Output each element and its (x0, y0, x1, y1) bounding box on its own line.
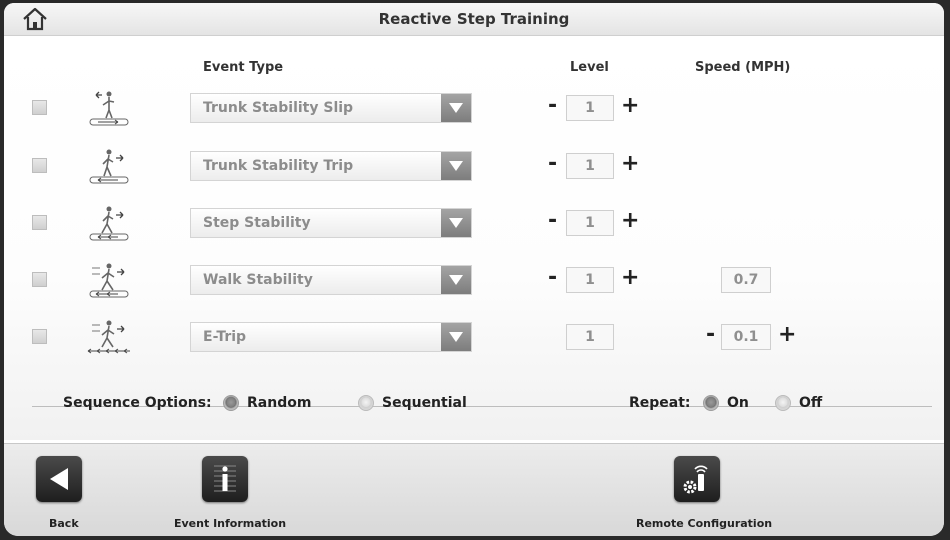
trunk-slip-icon (89, 91, 129, 126)
speed-value: 0.1 (721, 324, 771, 350)
level-value: 1 (566, 153, 614, 179)
sequence-random-label[interactable]: Random (247, 395, 311, 411)
column-header-event-type: Event Type (203, 60, 284, 75)
level-increase-button[interactable]: + (621, 92, 639, 120)
chevron-down-icon (441, 152, 471, 180)
back-button[interactable] (36, 456, 82, 502)
level-increase-button[interactable]: + (621, 264, 639, 292)
trunk-trip-icon (89, 149, 129, 184)
event-checkbox[interactable] (32, 272, 47, 287)
event-checkbox[interactable] (32, 100, 47, 115)
event-type-dropdown[interactable]: Trunk Stability Slip (190, 93, 472, 123)
event-checkbox[interactable] (32, 215, 47, 230)
event-row: Trunk Stability Trip - 1 + (4, 146, 944, 186)
speed-increase-button[interactable]: + (778, 321, 796, 349)
sequence-sequential-radio[interactable] (358, 395, 374, 411)
column-header-level: Level (570, 60, 609, 75)
column-header-speed: Speed (MPH) (695, 60, 791, 75)
level-value: 1 (566, 210, 614, 236)
level-value: 1 (566, 95, 614, 121)
event-type-value: E-Trip (203, 329, 247, 345)
event-row: Trunk Stability Slip - 1 + (4, 88, 944, 128)
info-list-icon (214, 465, 236, 492)
repeat-off-label[interactable]: Off (799, 395, 822, 411)
footer-toolbar: Back Event Information Remote Configurat… (4, 443, 944, 536)
level-value: 1 (566, 324, 614, 350)
remote-gear-icon (683, 465, 708, 494)
level-value: 1 (566, 267, 614, 293)
back-arrow-icon (50, 468, 68, 490)
event-type-value: Step Stability (203, 215, 311, 231)
speed-value: 0.7 (721, 267, 771, 293)
event-type-value: Walk Stability (203, 272, 313, 288)
event-information-label: Event Information (174, 517, 287, 530)
level-decrease-button[interactable]: - (548, 264, 557, 292)
walk-stability-icon (89, 263, 129, 298)
chevron-down-icon (441, 266, 471, 294)
title-bar: Reactive Step Training (4, 3, 944, 36)
speed-decrease-button[interactable]: - (706, 321, 715, 349)
repeat-off-radio[interactable] (775, 395, 791, 411)
e-trip-icon (87, 320, 130, 354)
sequence-sequential-label[interactable]: Sequential (382, 395, 467, 411)
level-decrease-button[interactable]: - (548, 207, 557, 235)
event-row: Walk Stability - 1 + 0.7 (4, 260, 944, 300)
app-window: Reactive Step Training Event Type Level … (4, 3, 944, 536)
repeat-label: Repeat: (629, 395, 691, 411)
main-panel: Event Type Level Speed (MPH) Trunk Stabi… (4, 36, 944, 440)
chevron-down-icon (441, 94, 471, 122)
repeat-on-label[interactable]: On (727, 395, 749, 411)
event-type-value: Trunk Stability Slip (203, 100, 354, 116)
back-label: Back (49, 517, 79, 530)
event-checkbox[interactable] (32, 329, 47, 344)
event-information-button[interactable] (202, 456, 248, 502)
level-increase-button[interactable]: + (621, 207, 639, 235)
sequence-options-label: Sequence Options: (63, 395, 212, 411)
level-decrease-button[interactable]: - (548, 92, 557, 120)
chevron-down-icon (441, 209, 471, 237)
event-type-value: Trunk Stability Trip (203, 158, 354, 174)
sequence-random-radio[interactable] (223, 395, 239, 411)
level-increase-button[interactable]: + (621, 150, 639, 178)
repeat-on-radio[interactable] (703, 395, 719, 411)
event-type-dropdown[interactable]: Walk Stability (190, 265, 472, 295)
step-stability-icon (89, 206, 129, 241)
event-type-dropdown[interactable]: Trunk Stability Trip (190, 151, 472, 181)
event-type-dropdown[interactable]: Step Stability (190, 208, 472, 238)
page-title: Reactive Step Training (378, 10, 570, 28)
event-checkbox[interactable] (32, 158, 47, 173)
event-row: Step Stability - 1 + (4, 203, 944, 243)
event-row: E-Trip 1 - 0.1 + (4, 317, 944, 357)
remote-configuration-button[interactable] (674, 456, 720, 502)
chevron-down-icon (441, 323, 471, 351)
event-type-dropdown[interactable]: E-Trip (190, 322, 472, 352)
remote-configuration-label: Remote Configuration (636, 517, 773, 530)
level-decrease-button[interactable]: - (548, 150, 557, 178)
